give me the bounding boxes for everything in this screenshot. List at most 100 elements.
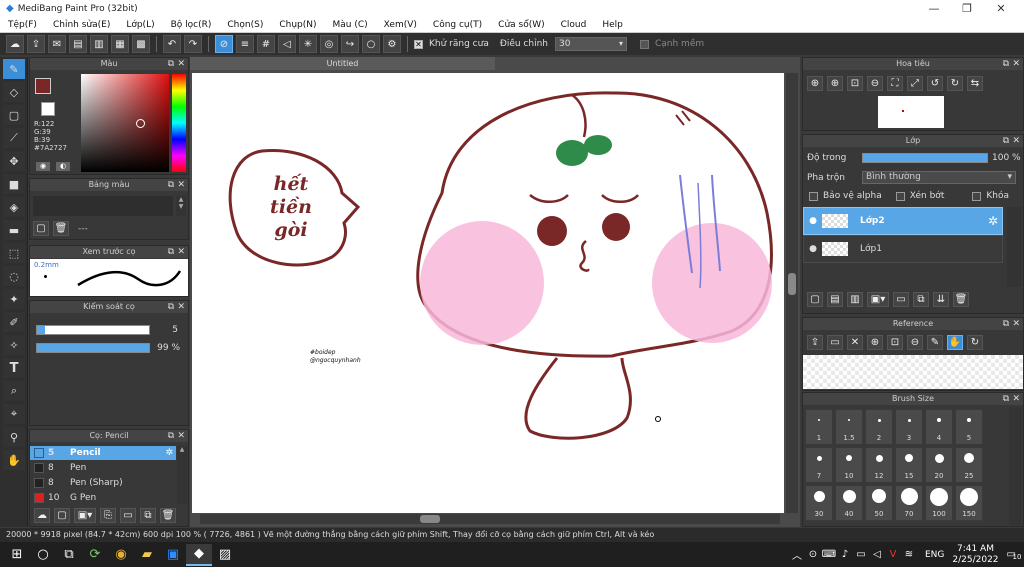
- menu-view[interactable]: Xem(V): [376, 20, 425, 30]
- delete-layer-icon[interactable]: 🗑: [953, 292, 969, 307]
- brush-size-option[interactable]: 10: [835, 447, 863, 483]
- new-layer-icon[interactable]: ▢: [807, 292, 823, 307]
- swatch-area[interactable]: [33, 196, 173, 216]
- fit-window-icon[interactable]: ⤢: [907, 76, 923, 91]
- brush-size-option[interactable]: 40: [835, 485, 863, 521]
- layer-folder-icon[interactable]: ▭: [893, 292, 909, 307]
- close-icon[interactable]: ✕: [177, 246, 185, 258]
- wifi-icon[interactable]: ≋: [901, 544, 917, 566]
- upload-icon[interactable]: ⇪: [807, 335, 823, 350]
- layer-item-2[interactable]: ● Lớp2 ✲: [803, 207, 1003, 235]
- bucket-tool-icon[interactable]: ◈: [3, 197, 25, 217]
- zoom-app-icon[interactable]: ▣: [160, 544, 186, 566]
- popout-icon[interactable]: ⧉: [168, 301, 174, 313]
- brush-size-option[interactable]: 2: [865, 409, 893, 445]
- brush-size-slider[interactable]: [36, 325, 150, 335]
- grid-icon[interactable]: ▦: [111, 35, 129, 53]
- rotate-left-icon[interactable]: ↺: [927, 76, 943, 91]
- brush-opacity-slider[interactable]: [36, 343, 150, 353]
- tray-icon-1[interactable]: ⊙: [805, 544, 821, 566]
- secondary-color-swatch[interactable]: [41, 102, 55, 116]
- tiles-icon[interactable]: ▩: [132, 35, 150, 53]
- clipping-checkbox[interactable]: [895, 191, 905, 201]
- brush-size-option[interactable]: 30: [805, 485, 833, 521]
- menu-edit[interactable]: Chỉnh sửa(E): [45, 20, 118, 30]
- brush-size-option[interactable]: 4: [925, 409, 953, 445]
- redo-icon[interactable]: ↷: [184, 35, 202, 53]
- protect-alpha-checkbox[interactable]: [809, 191, 818, 201]
- popout-icon[interactable]: ⧉: [168, 58, 174, 70]
- settings-snap-icon[interactable]: ⚙: [383, 35, 401, 53]
- fit-icon[interactable]: ⊡: [847, 76, 863, 91]
- brush-size-option[interactable]: 20: [925, 447, 953, 483]
- brush-size-option[interactable]: 100: [925, 485, 953, 521]
- brush-item-pen-sharp[interactable]: 8 Pen (Sharp): [30, 475, 176, 490]
- brush-size-option[interactable]: 5: [955, 409, 983, 445]
- cloud-brush-icon[interactable]: ☁: [34, 508, 50, 523]
- text-tool-icon[interactable]: T: [3, 358, 25, 378]
- zoom-out-icon[interactable]: ⊖: [907, 335, 923, 350]
- close-icon[interactable]: ✕: [177, 430, 185, 442]
- brush-item-g-pen[interactable]: 10 G Pen: [30, 490, 176, 505]
- brush-item-pen[interactable]: 8 Pen: [30, 460, 176, 475]
- soft-edge-checkbox[interactable]: [639, 39, 649, 49]
- page-icon[interactable]: ▤: [69, 35, 87, 53]
- ellipse-snap-icon[interactable]: ○: [362, 35, 380, 53]
- drawing-canvas[interactable]: hết tiền gòi #boidep @ngocquynhanh: [192, 73, 784, 513]
- menu-select[interactable]: Chọn(S): [219, 20, 271, 30]
- duplicate-icon[interactable]: ⧉: [140, 508, 156, 523]
- menu-filter[interactable]: Bộ lọc(R): [163, 20, 220, 30]
- rect-tool-icon[interactable]: ▢: [3, 105, 25, 125]
- folder-icon[interactable]: ▭: [120, 508, 136, 523]
- navigator-thumbnail[interactable]: [878, 96, 944, 128]
- microphone-icon[interactable]: ♪: [837, 544, 853, 566]
- popout-icon[interactable]: ⧉: [1003, 135, 1009, 147]
- undo-icon[interactable]: ↶: [163, 35, 181, 53]
- brush-size-option[interactable]: 1.5: [835, 409, 863, 445]
- brush-size-scrollbar[interactable]: [1009, 407, 1021, 525]
- chevron-up-icon[interactable]: ︿: [789, 544, 805, 566]
- copy-brush-icon[interactable]: ⎘: [100, 508, 116, 523]
- document-tab[interactable]: Untitled: [190, 57, 495, 70]
- brush-size-option[interactable]: 15: [895, 447, 923, 483]
- dropper-tool-icon[interactable]: ⌖: [3, 404, 25, 424]
- reference-viewer[interactable]: [803, 355, 1023, 389]
- snap-off-icon[interactable]: ⊘: [215, 35, 233, 53]
- color-mode-icon-2[interactable]: ◐: [56, 162, 70, 171]
- popout-icon[interactable]: ⧉: [168, 179, 174, 191]
- fill-rect-icon[interactable]: ■: [3, 174, 25, 194]
- magic-wand-icon[interactable]: ✦: [3, 289, 25, 309]
- gradient-tool-icon[interactable]: ▬: [3, 220, 25, 240]
- input-language[interactable]: ENG: [925, 550, 944, 560]
- brush-list-scrollbar[interactable]: ▲: [177, 446, 187, 504]
- open-folder-icon[interactable]: ▭: [827, 335, 843, 350]
- close-button[interactable]: ✕: [984, 0, 1018, 17]
- menu-layer[interactable]: Lớp(L): [118, 20, 162, 30]
- dropper-icon[interactable]: ✎: [927, 335, 943, 350]
- swatch-scrollbar[interactable]: ▲ ▼: [176, 196, 186, 216]
- gear-icon[interactable]: ✲: [165, 448, 173, 458]
- brush-size-option[interactable]: 3: [895, 409, 923, 445]
- select-eraser-icon[interactable]: ✧: [3, 335, 25, 355]
- windows-start-icon[interactable]: ⊞: [4, 544, 30, 566]
- document-icon[interactable]: ▥: [90, 35, 108, 53]
- adjust-select[interactable]: 30 ▾: [554, 37, 627, 51]
- new-8bit-layer-icon[interactable]: ▥: [847, 292, 863, 307]
- eyedropper-icon[interactable]: ⚲: [3, 427, 25, 447]
- delete-brush-icon[interactable]: 🗑: [160, 508, 176, 523]
- clock[interactable]: 7:41 AM 2/25/2022: [952, 544, 998, 566]
- v-scroll-thumb[interactable]: [788, 273, 796, 295]
- close-icon[interactable]: ✕: [1012, 393, 1020, 405]
- close-reference-icon[interactable]: ✕: [847, 335, 863, 350]
- popout-icon[interactable]: ⧉: [168, 246, 174, 258]
- vivaldi-icon[interactable]: V: [885, 544, 901, 566]
- balloon-tool-icon[interactable]: ⌕: [3, 381, 25, 401]
- primary-color-swatch[interactable]: [35, 78, 51, 94]
- menu-window[interactable]: Cửa sổ(W): [490, 20, 552, 30]
- close-icon[interactable]: ✕: [1012, 135, 1020, 147]
- menu-cloud[interactable]: Cloud: [553, 20, 595, 30]
- h-scroll-thumb[interactable]: [420, 515, 440, 523]
- hue-slider[interactable]: [172, 74, 186, 172]
- brush-size-option[interactable]: 70: [895, 485, 923, 521]
- brush-size-option[interactable]: 7: [805, 447, 833, 483]
